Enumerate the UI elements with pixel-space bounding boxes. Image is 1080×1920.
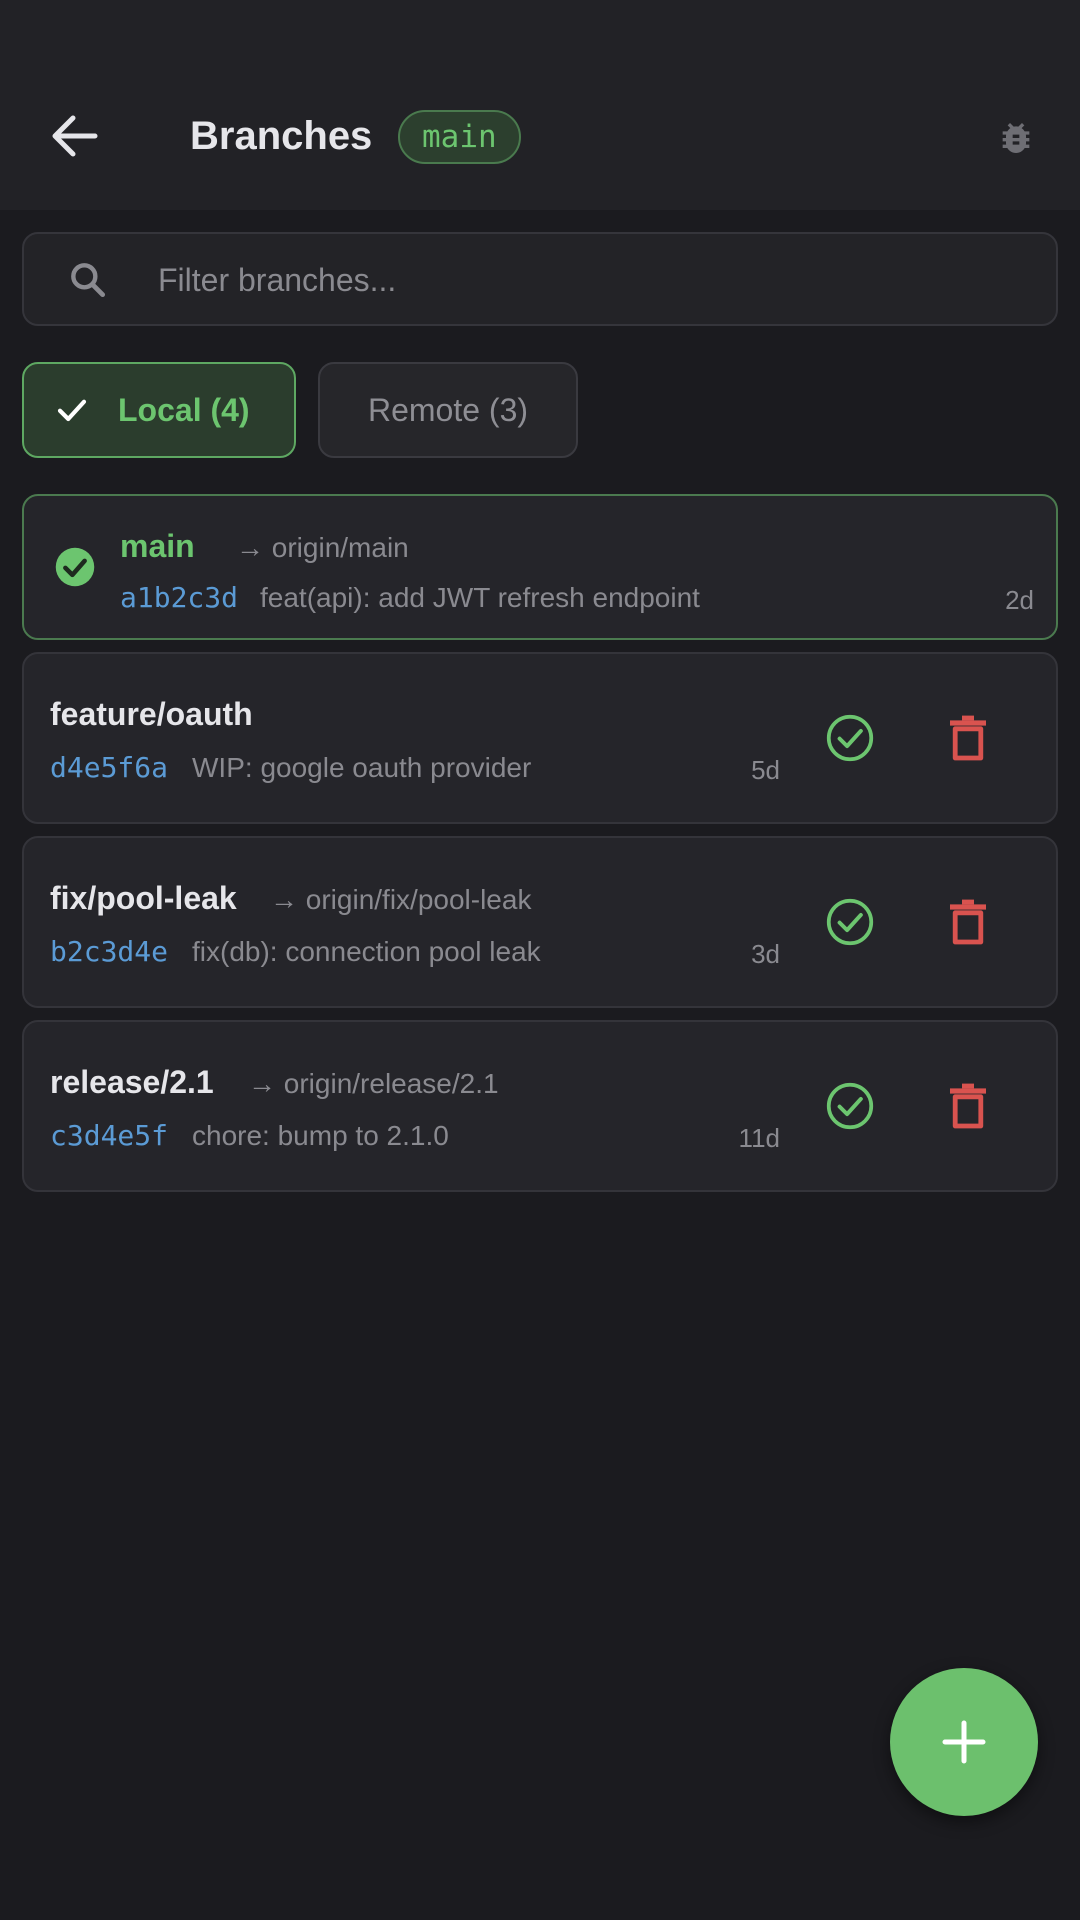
arrow-left-icon <box>52 115 98 157</box>
tab-local[interactable]: Local (4) <box>22 362 296 458</box>
branch-item-main[interactable]: main → origin/main a1b2c3d feat(api): ad… <box>22 494 1058 640</box>
tab-remote-label: Remote (3) <box>367 391 529 428</box>
checkout-button[interactable] <box>820 892 880 952</box>
checkout-button[interactable] <box>820 708 880 768</box>
plus-icon <box>942 1720 986 1764</box>
tab-local-label: Local (4) <box>118 391 250 428</box>
commit-sha: c3d4e5f <box>50 1119 169 1152</box>
trash-icon <box>950 1083 986 1129</box>
commit-age: 5d <box>751 755 780 785</box>
bug-icon <box>1002 123 1030 153</box>
branch-name: fix/pool-leak <box>50 880 237 916</box>
check-circle-icon <box>826 714 874 762</box>
commit-message: chore: bump to 2.1.0 <box>192 1120 449 1151</box>
debug-button[interactable] <box>990 112 1042 164</box>
check-circle-icon <box>826 1082 874 1130</box>
search-input[interactable] <box>158 252 1018 308</box>
branch-name: feature/oauth <box>50 696 253 732</box>
current-branch-badge: main <box>398 110 521 164</box>
trash-icon <box>950 715 986 761</box>
branch-item-release-2-1[interactable]: release/2.1 → origin/release/2.1 c3d4e5f… <box>22 1020 1058 1192</box>
top-app-bar: Branches main <box>0 0 1080 210</box>
add-branch-button[interactable] <box>890 1668 1038 1816</box>
check-icon <box>57 399 87 422</box>
branch-name: main <box>120 528 195 564</box>
delete-branch-button[interactable] <box>938 1076 998 1136</box>
branch-item-fix-pool-leak[interactable]: fix/pool-leak → origin/fix/pool-leak b2c… <box>22 836 1058 1008</box>
branch-upstream: → origin/fix/pool-leak <box>270 884 532 915</box>
tab-remote[interactable]: Remote (3) <box>318 362 578 458</box>
commit-age: 2d <box>1005 585 1034 615</box>
commit-age: 11d <box>738 1123 780 1153</box>
search-icon <box>71 263 106 298</box>
commit-message: fix(db): connection pool leak <box>192 936 541 967</box>
delete-branch-button[interactable] <box>938 708 998 768</box>
branches-screen: Branches main Local (4) Remote (3) main … <box>0 0 1080 1920</box>
check-circle-icon <box>826 898 874 946</box>
checkout-button[interactable] <box>820 1076 880 1136</box>
branch-name: release/2.1 <box>50 1064 214 1100</box>
page-title: Branches <box>190 114 373 158</box>
commit-sha: a1b2c3d <box>120 581 239 614</box>
commit-sha: d4e5f6a <box>50 751 169 784</box>
branch-upstream: → origin/release/2.1 <box>248 1068 499 1099</box>
commit-age: 3d <box>751 939 780 969</box>
branch-upstream: → origin/main <box>236 532 409 563</box>
delete-branch-button[interactable] <box>938 892 998 952</box>
back-button[interactable] <box>40 106 108 166</box>
commit-message: WIP: google oauth provider <box>192 752 532 783</box>
current-branch-check-icon <box>55 547 95 587</box>
branch-filter-box <box>22 232 1058 326</box>
commit-sha: b2c3d4e <box>50 935 169 968</box>
trash-icon <box>950 899 986 945</box>
commit-message: feat(api): add JWT refresh endpoint <box>260 582 700 613</box>
branch-item-feature-oauth[interactable]: feature/oauth d4e5f6a WIP: google oauth … <box>22 652 1058 824</box>
